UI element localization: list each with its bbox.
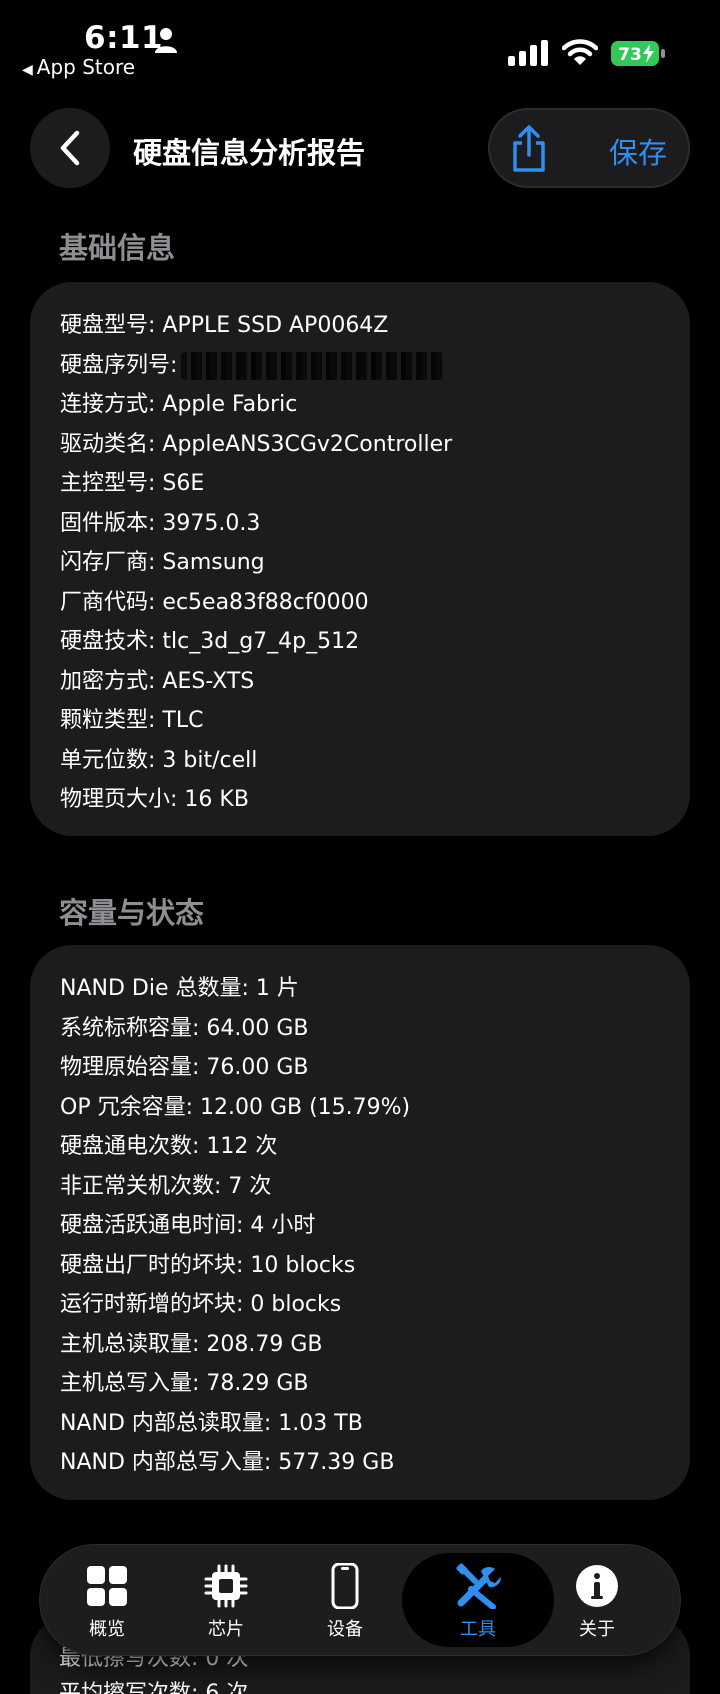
tab-label: 概览	[89, 1619, 125, 1640]
tab-about[interactable]: 关于	[542, 1545, 652, 1655]
info-row: 驱动类名: AppleANS3CGv2Controller	[60, 425, 452, 465]
capacity-list: NAND Die 总数量: 1 片系统标称容量: 64.00 GB 物理原始容量:…	[60, 969, 410, 1483]
capacity-row: OP 冗余容量: 12.00 GB (15.79%)	[60, 1088, 410, 1128]
section-title-basic: 基础信息	[59, 231, 176, 265]
tab-label: 芯片	[208, 1619, 244, 1640]
capacity-row: NAND Die 总数量: 1 片	[60, 969, 410, 1009]
wifi-icon	[562, 39, 598, 65]
tab-label: 关于	[579, 1619, 615, 1640]
capacity-row: 系统标称容量: 64.00 GB	[60, 1009, 410, 1049]
back-triangle-icon: ◀	[22, 62, 33, 78]
info-row-text: 闪存厂商: Samsung	[60, 550, 265, 575]
page-title: 硬盘信息分析报告	[133, 136, 366, 170]
info-row-text: 单元位数: 3 bit/cell	[60, 747, 258, 773]
tab-chip[interactable]: 芯片	[171, 1545, 281, 1655]
capacity-row-text: 运行时新增的坏块: 0 blocks	[60, 1292, 342, 1317]
cellular-signal-icon	[508, 40, 548, 66]
battery-level: 73	[618, 45, 642, 65]
back-button[interactable]	[30, 108, 110, 188]
capacity-row-text: 主机总读取量: 208.79 GB	[60, 1331, 323, 1357]
info-row-text: 固件版本: 3975.0.3	[60, 510, 261, 536]
redacted-serial	[181, 351, 444, 380]
info-row: 硬盘序列号:	[60, 346, 452, 386]
info-icon	[576, 1565, 618, 1607]
battery-icon: 73	[611, 41, 665, 66]
person-icon	[155, 28, 177, 53]
info-row: 单元位数: 3 bit/cell	[60, 741, 452, 781]
capacity-card: NAND Die 总数量: 1 片系统标称容量: 64.00 GB 物理原始容量:…	[30, 945, 690, 1500]
capacity-row-text: NAND Die 总数量: 1 片	[60, 976, 299, 1001]
info-row-text: 硬盘序列号:	[60, 352, 178, 378]
capacity-row-text: 系统标称容量: 64.00 GB	[60, 1015, 309, 1041]
peek-row-avg-erase: 平均擦写次数: 6 次	[59, 1681, 249, 1694]
capacity-row-text: 硬盘出厂时的坏块: 10 blocks	[60, 1252, 356, 1278]
capacity-row: 主机总读取量: 208.79 GB	[60, 1325, 410, 1365]
info-row: 厂商代码: ec5ea83f88cf0000	[60, 583, 452, 623]
tab-label: 设备	[327, 1619, 363, 1640]
back-to-app-link[interactable]: ◀ App Store	[22, 55, 135, 79]
status-time: 6:11	[84, 20, 164, 56]
info-row: 物理页大小: 16 KB	[60, 780, 452, 820]
back-app-label: App Store	[36, 55, 136, 79]
capacity-row-text: NAND 内部总写入量: 577.39 GB	[60, 1450, 395, 1475]
info-row-text: 驱动类名: AppleANS3CGv2Controller	[60, 431, 453, 457]
capacity-row: 硬盘通电次数: 112 次	[60, 1127, 410, 1167]
info-row-text: 颗粒类型: TLC	[60, 708, 204, 733]
section-title-capacity: 容量与状态	[59, 896, 205, 930]
capacity-row-text: NAND 内部总读取量: 1.03 TB	[60, 1410, 363, 1436]
info-row: 主控型号: S6E	[60, 464, 452, 504]
tab-bar: 概览 芯片 设备 工具 关于	[40, 1545, 680, 1655]
share-icon[interactable]	[508, 125, 550, 173]
chip-icon	[204, 1564, 248, 1608]
info-row: 闪存厂商: Samsung	[60, 543, 452, 583]
grid-icon	[87, 1566, 127, 1606]
tab-device[interactable]: 设备	[290, 1545, 400, 1655]
tab-overview[interactable]: 概览	[52, 1545, 162, 1655]
info-row: 硬盘技术: tlc_3d_g7_4p_512	[60, 622, 452, 662]
tab-label: 工具	[460, 1619, 496, 1640]
capacity-row: NAND 内部总读取量: 1.03 TB	[60, 1404, 410, 1444]
tools-icon	[456, 1563, 501, 1609]
capacity-row-text: 硬盘活跃通电时间: 4 小时	[60, 1213, 316, 1238]
capacity-row: 主机总写入量: 78.29 GB	[60, 1364, 410, 1404]
phone-icon	[331, 1563, 359, 1609]
tab-tools[interactable]: 工具	[423, 1545, 533, 1655]
capacity-row-text: 硬盘通电次数: 112 次	[60, 1134, 278, 1159]
capacity-row-text: OP 冗余容量: 12.00 GB (15.79%)	[60, 1094, 411, 1120]
capacity-row: 运行时新增的坏块: 0 blocks	[60, 1285, 410, 1325]
capacity-row: 非正常关机次数: 7 次	[60, 1167, 410, 1207]
info-row-text: 物理页大小: 16 KB	[60, 787, 249, 812]
info-row-text: 主控型号: S6E	[60, 471, 205, 496]
info-row: 颗粒类型: TLC	[60, 701, 452, 741]
chevron-left-icon	[60, 130, 80, 166]
info-row-text: 加密方式: AES-XTS	[60, 668, 255, 694]
info-row: 硬盘型号: APPLE SSD AP0064Z	[60, 306, 452, 346]
capacity-row: 物理原始容量: 76.00 GB	[60, 1048, 410, 1088]
capacity-row-text: 非正常关机次数: 7 次	[60, 1173, 272, 1199]
info-row-text: 连接方式: Apple Fabric	[60, 392, 298, 417]
info-row: 固件版本: 3975.0.3	[60, 504, 452, 544]
capacity-row: 硬盘活跃通电时间: 4 小时	[60, 1206, 410, 1246]
info-row-text: 厂商代码: ec5ea83f88cf0000	[60, 589, 369, 615]
basic-info-list: 硬盘型号: APPLE SSD AP0064Z 硬盘序列号: 连接方式: Apple…	[60, 306, 452, 820]
capacity-row: NAND 内部总写入量: 577.39 GB	[60, 1443, 410, 1483]
capacity-row-text: 主机总写入量: 78.29 GB	[60, 1371, 309, 1396]
capacity-row: 硬盘出厂时的坏块: 10 blocks	[60, 1246, 410, 1286]
basic-info-card: 硬盘型号: APPLE SSD AP0064Z 硬盘序列号: 连接方式: Apple…	[30, 282, 690, 836]
save-button[interactable]: 保存	[609, 130, 667, 172]
info-row: 连接方式: Apple Fabric	[60, 385, 452, 425]
capacity-row-text: 物理原始容量: 76.00 GB	[60, 1055, 309, 1080]
info-row: 加密方式: AES-XTS	[60, 662, 452, 702]
info-row-text: 硬盘型号: APPLE SSD AP0064Z	[60, 313, 389, 338]
info-row-text: 硬盘技术: tlc_3d_g7_4p_512	[60, 629, 360, 654]
